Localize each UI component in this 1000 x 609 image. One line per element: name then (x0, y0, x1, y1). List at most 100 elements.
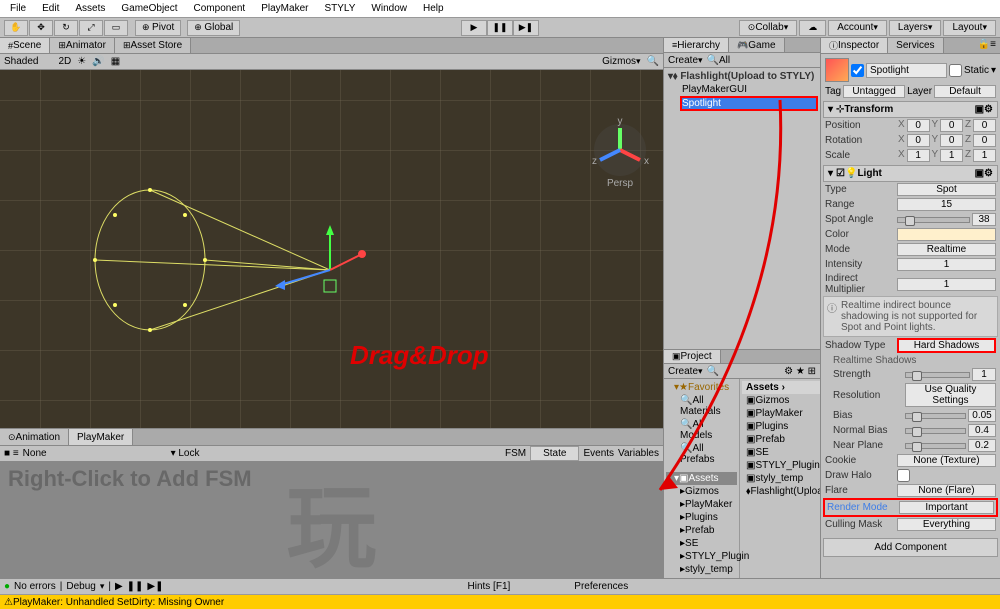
scl-x[interactable]: 1 (907, 149, 930, 162)
menu-help[interactable]: Help (417, 1, 450, 16)
pm-fsm-btn[interactable]: FSM (505, 448, 526, 459)
scene-viewport[interactable]: y x z Persp Drag&Drop (0, 70, 663, 428)
hierarchy-panel[interactable]: ▾⬧ Flashlight(Upload to STYLY) PlayMaker… (664, 68, 820, 349)
project-breadcrumb[interactable]: Assets › (742, 381, 828, 394)
pause-button[interactable]: ❚❚ (487, 20, 513, 36)
scl-z[interactable]: 1 (973, 149, 996, 162)
shadow-type[interactable]: Hard Shadows (897, 338, 996, 353)
menu-styly[interactable]: STYLY (318, 1, 361, 16)
prefs-button[interactable]: Preferences (574, 581, 628, 592)
play-button[interactable]: ▶ (461, 20, 487, 36)
scale-tool[interactable]: ⤢ (79, 20, 103, 36)
hierarchy-scene[interactable]: ▾⬧ Flashlight(Upload to STYLY) (666, 70, 818, 83)
move-tool[interactable]: ✥ (29, 20, 53, 36)
gizmos-dropdown[interactable]: Gizmos (602, 56, 636, 67)
shadow-resolution[interactable]: Use Quality Settings (905, 383, 996, 407)
global-toggle[interactable]: ⊕ Global (187, 20, 240, 36)
static-checkbox[interactable] (949, 64, 962, 77)
proj-item[interactable]: ▣STYLY_Plugin (742, 459, 828, 472)
fx-icon[interactable]: ▦ (111, 56, 120, 67)
rect-tool[interactable]: ▭ (104, 20, 128, 36)
proj-item[interactable]: ▣styly_temp (742, 472, 828, 485)
draw-halo-check[interactable] (897, 469, 910, 482)
project-panel[interactable]: ▾★Favorites 🔍All Materials 🔍All Models 🔍… (664, 379, 820, 578)
hand-tool[interactable]: ✋ (4, 20, 28, 36)
proj-item[interactable]: ▣Prefab (742, 433, 828, 446)
menu-edit[interactable]: Edit (36, 1, 65, 16)
normal-bias-slider[interactable] (905, 428, 966, 434)
pm-none[interactable]: None (23, 448, 47, 459)
menu-window[interactable]: Window (365, 1, 413, 16)
cookie-field[interactable]: None (Texture) (897, 454, 996, 467)
menu-component[interactable]: Component (188, 1, 252, 16)
tab-game[interactable]: 🎮 Game (729, 38, 784, 52)
hierarchy-item-playmakergui[interactable]: PlayMakerGUI (666, 83, 818, 96)
pos-z[interactable]: 0 (973, 119, 996, 132)
proj-item[interactable]: ▣Gizmos (742, 394, 828, 407)
status-step[interactable]: ▶❚ (147, 581, 163, 592)
menu-gameobject[interactable]: GameObject (115, 1, 183, 16)
proj-item[interactable]: ▣PlayMaker (742, 407, 828, 420)
account-dropdown[interactable]: Account ▾ (828, 20, 887, 36)
tab-hierarchy[interactable]: ≡ Hierarchy (664, 38, 729, 52)
step-button[interactable]: ▶❚ (513, 20, 539, 36)
inspector-lock-icon[interactable]: 🔒≡ (974, 38, 1000, 53)
tab-project[interactable]: ▣ Project (664, 350, 721, 363)
pos-x[interactable]: 0 (907, 119, 930, 132)
light-color[interactable] (897, 228, 996, 241)
menu-assets[interactable]: Assets (69, 1, 111, 16)
rotate-tool[interactable]: ↻ (54, 20, 78, 36)
tag-dropdown[interactable]: Untagged (843, 85, 905, 98)
menu-file[interactable]: File (4, 1, 32, 16)
bias-slider[interactable] (905, 413, 966, 419)
rot-x[interactable]: 0 (907, 134, 930, 147)
light-icon[interactable]: ☀ (77, 56, 86, 67)
light-intensity[interactable]: 1 (897, 258, 996, 271)
culling-mask[interactable]: Everything (897, 518, 996, 531)
near-plane-slider[interactable] (905, 443, 966, 449)
pos-y[interactable]: 0 (940, 119, 963, 132)
menu-playmaker[interactable]: PlayMaker (255, 1, 314, 16)
tab-services[interactable]: Services (888, 38, 943, 53)
audio-icon[interactable]: 🔊 (92, 56, 104, 67)
tab-playmaker[interactable]: PlayMaker (69, 429, 133, 445)
light-type[interactable]: Spot (897, 183, 996, 196)
add-component-button[interactable]: Add Component (823, 538, 998, 557)
rot-z[interactable]: 0 (973, 134, 996, 147)
active-checkbox[interactable] (851, 64, 864, 77)
proj-item[interactable]: ⬧Flashlight(Upload (742, 485, 828, 498)
tab-animator[interactable]: ⊞ Animator (50, 38, 115, 53)
hints-button[interactable]: Hints [F1] (468, 581, 511, 592)
rot-y[interactable]: 0 (940, 134, 963, 147)
light-mode[interactable]: Realtime (897, 243, 996, 256)
transform-component[interactable]: ▾⊹ Transform▣⚙ (823, 101, 998, 118)
proj-create[interactable]: Create (668, 366, 698, 377)
tab-inspector[interactable]: ⓘ Inspector (821, 38, 888, 53)
hier-create[interactable]: Create (668, 55, 698, 66)
pm-state-btn[interactable]: State (530, 446, 579, 461)
status-pause[interactable]: ❚❚ (127, 581, 144, 592)
scl-y[interactable]: 1 (940, 149, 963, 162)
gameobject-name-field[interactable]: Spotlight (866, 63, 947, 78)
pivot-toggle[interactable]: ⊕ Pivot (135, 20, 181, 36)
spot-angle-value[interactable]: 38 (972, 213, 996, 226)
shaded-dropdown[interactable]: Shaded (4, 56, 38, 67)
hierarchy-item-spotlight[interactable]: Spotlight (680, 96, 818, 111)
indirect-mult[interactable]: 1 (897, 278, 996, 291)
tab-animation[interactable]: ⊙ Animation (0, 429, 69, 445)
layer-dropdown[interactable]: Default (934, 85, 996, 98)
pm-events-btn[interactable]: Events (583, 448, 614, 459)
status-play[interactable]: ▶ (115, 581, 123, 592)
2d-toggle[interactable]: 2D (58, 56, 71, 67)
render-mode[interactable]: Important (899, 501, 994, 514)
flare-field[interactable]: None (Flare) (897, 484, 996, 497)
light-component[interactable]: ▾☑💡Light▣⚙ (823, 165, 998, 182)
pm-vars-btn[interactable]: Variables (618, 448, 659, 459)
light-range[interactable]: 15 (897, 198, 996, 211)
playmaker-canvas[interactable]: Right-Click to Add FSM 玩 (0, 462, 663, 578)
layers-dropdown[interactable]: Layers ▾ (889, 20, 942, 36)
tab-scene[interactable]: # Scene (0, 38, 50, 53)
cloud-button[interactable]: ☁ (799, 20, 826, 36)
layout-dropdown[interactable]: Layout ▾ (943, 20, 996, 36)
strength-slider[interactable] (905, 372, 970, 378)
